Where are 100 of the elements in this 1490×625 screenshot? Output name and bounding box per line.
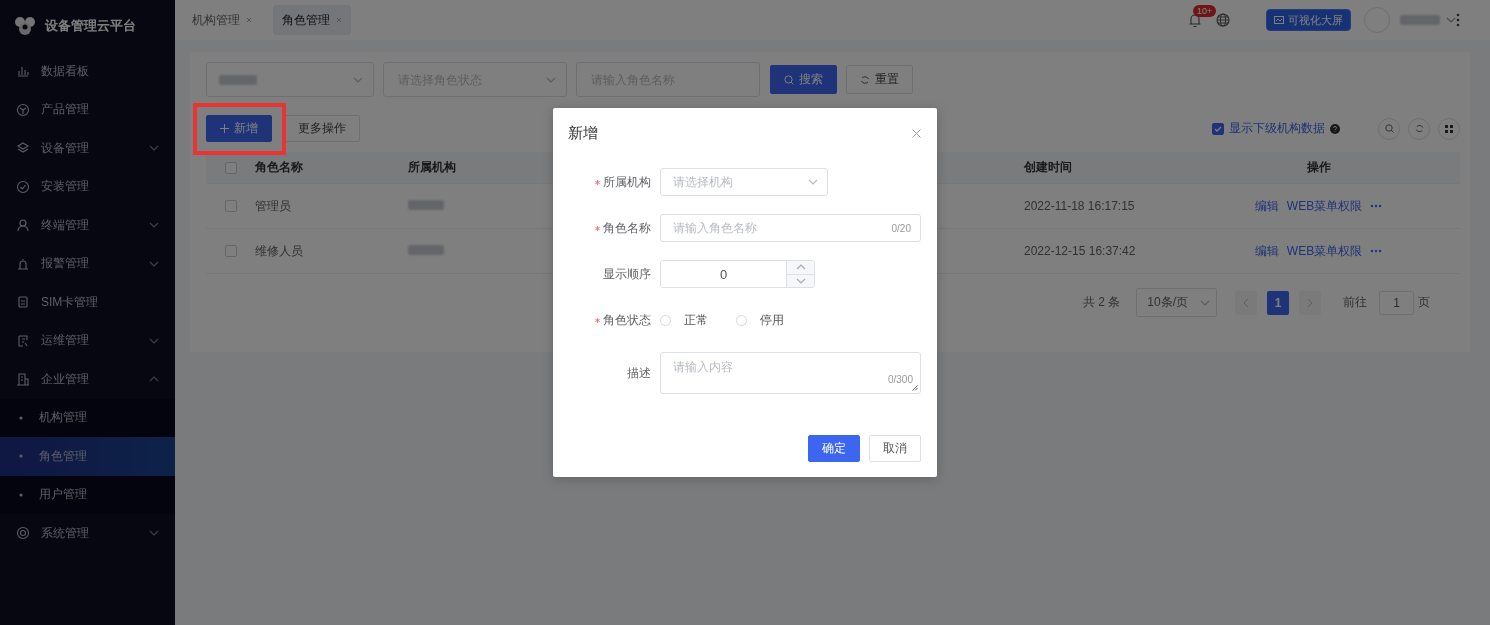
- confirm-button[interactable]: 确定: [808, 435, 860, 462]
- required-mark-icon: [595, 179, 600, 185]
- tab[interactable]: 角色管理: [273, 5, 351, 35]
- field-label: 角色状态: [603, 311, 651, 329]
- goto-label: 前往: [1343, 294, 1367, 311]
- char-counter: 0/20: [891, 222, 911, 234]
- next-page-button[interactable]: [1299, 290, 1321, 315]
- visualize-button[interactable]: 可视化大屏: [1266, 9, 1351, 31]
- chevron-right-icon: [1307, 297, 1313, 308]
- search-icon: [784, 74, 794, 85]
- cube-icon: [16, 102, 30, 117]
- gear-icon: [16, 526, 30, 541]
- column-header: 角色名称: [254, 159, 304, 176]
- check-circle-icon: [16, 179, 30, 194]
- sidebar-item[interactable]: 运维管理: [0, 321, 175, 360]
- sidebar-item[interactable]: 报警管理: [0, 244, 175, 283]
- field-label: 显示顺序: [603, 265, 651, 283]
- table-cell-text: 维修人员: [254, 242, 304, 260]
- check-icon: [1214, 125, 1222, 132]
- action-link[interactable]: 编辑: [1254, 242, 1279, 260]
- close-button[interactable]: [912, 128, 921, 138]
- radio-option[interactable]: 停用: [736, 311, 784, 329]
- total-count: 共 2 条: [1082, 294, 1121, 311]
- resize-handle-icon: [912, 385, 918, 391]
- sidebar-item[interactable]: 角色管理: [0, 437, 175, 476]
- sidebar-item[interactable]: 设备管理: [0, 129, 175, 168]
- notification-badge: 10+: [1193, 4, 1217, 17]
- tab[interactable]: 机构管理: [183, 5, 261, 35]
- text-input[interactable]: 请选择机构: [673, 175, 808, 189]
- grid-icon: [1445, 124, 1453, 133]
- more-icon[interactable]: [1370, 204, 1383, 208]
- column-header: 操作: [1305, 159, 1332, 176]
- chart-icon: [16, 64, 30, 79]
- text-area[interactable]: 请输入内容: [673, 359, 911, 375]
- monitor-icon: [1274, 16, 1284, 24]
- sidebar-item[interactable]: 企业管理: [0, 360, 175, 399]
- table-cell-text: 2022-11-18 16:17:15: [1023, 199, 1136, 213]
- chevron-down-icon: [546, 76, 556, 83]
- siren-icon: [16, 256, 30, 271]
- close-icon[interactable]: [246, 17, 252, 23]
- bullet-icon: [19, 492, 23, 497]
- close-icon[interactable]: [336, 17, 342, 23]
- column-header: 创建时间: [1023, 159, 1073, 176]
- sidebar-item[interactable]: 系统管理: [0, 514, 175, 553]
- building-icon: [16, 372, 30, 387]
- filter-button[interactable]: 重置: [846, 65, 913, 94]
- chevron-down-icon: [1446, 17, 1456, 23]
- char-counter: 0/300: [887, 374, 913, 385]
- close-icon: [912, 128, 921, 138]
- table-cell-text: 管理员: [254, 197, 292, 215]
- sidebar-item[interactable]: 终端管理: [0, 206, 175, 245]
- app-title: 设备管理云平台: [45, 17, 136, 35]
- action-link[interactable]: WEB菜单权限: [1286, 242, 1363, 260]
- cancel-button[interactable]: 取消: [869, 435, 921, 462]
- field-label: 所属机构: [603, 173, 651, 191]
- chevron-down-icon: [795, 277, 806, 284]
- sim-card-icon: [16, 295, 30, 310]
- bullet-icon: [19, 415, 23, 420]
- textarea-field[interactable]: 请输入内容 0/300: [660, 352, 921, 394]
- select-field[interactable]: 请选择机构: [660, 168, 828, 196]
- chevron-down-icon: [808, 179, 818, 185]
- number-field[interactable]: 0: [660, 260, 815, 288]
- more-actions-button[interactable]: 更多操作: [284, 115, 360, 142]
- page-input[interactable]: 1: [1379, 290, 1414, 315]
- clipboard-icon: [16, 333, 30, 348]
- filter-button[interactable]: 搜索: [770, 65, 837, 94]
- add-button[interactable]: 新增: [206, 115, 272, 142]
- table-cell-text: 2022-12-15 16:37:42: [1023, 244, 1137, 258]
- page-button[interactable]: 1: [1267, 290, 1289, 315]
- sidebar-item[interactable]: 安装管理: [0, 167, 175, 206]
- sidebar-item[interactable]: 数据看板: [0, 52, 175, 91]
- more-vertical-icon[interactable]: [1456, 13, 1460, 27]
- chevron-down-icon: [1200, 299, 1210, 306]
- sidebar-item[interactable]: 机构管理: [0, 398, 175, 437]
- action-link[interactable]: WEB菜单权限: [1286, 197, 1363, 215]
- chevron-up-icon: [795, 264, 806, 271]
- increment-button[interactable]: [787, 261, 814, 274]
- user-icon: [16, 218, 30, 233]
- checkbox-label[interactable]: 显示下级机构数据: [1229, 120, 1325, 137]
- page-size-select[interactable]: 10条/页: [1136, 288, 1217, 317]
- checkbox[interactable]: [1212, 122, 1224, 135]
- more-icon[interactable]: [1370, 249, 1383, 253]
- globe-icon[interactable]: [1216, 13, 1230, 27]
- page-suffix: 页: [1418, 294, 1430, 311]
- plus-icon: [220, 124, 229, 133]
- action-link[interactable]: 编辑: [1254, 197, 1279, 215]
- refresh-icon: [1414, 124, 1424, 133]
- chevron-down-icon: [353, 76, 363, 83]
- radio-option[interactable]: 正常: [660, 311, 708, 329]
- sidebar-item[interactable]: 产品管理: [0, 90, 175, 129]
- dialog-title: 新增: [568, 123, 598, 143]
- field-label: 角色名称: [603, 219, 651, 237]
- field-label: 描述: [627, 364, 651, 382]
- sidebar-item[interactable]: SIM卡管理: [0, 283, 175, 322]
- refresh-icon: [860, 74, 870, 85]
- select-field[interactable]: [206, 62, 374, 97]
- input-field[interactable]: 请输入角色名称 0/20: [660, 214, 921, 242]
- text-input[interactable]: 请输入角色名称: [673, 221, 892, 235]
- bell-icon[interactable]: [1188, 12, 1202, 28]
- prev-page-button[interactable]: [1235, 290, 1257, 315]
